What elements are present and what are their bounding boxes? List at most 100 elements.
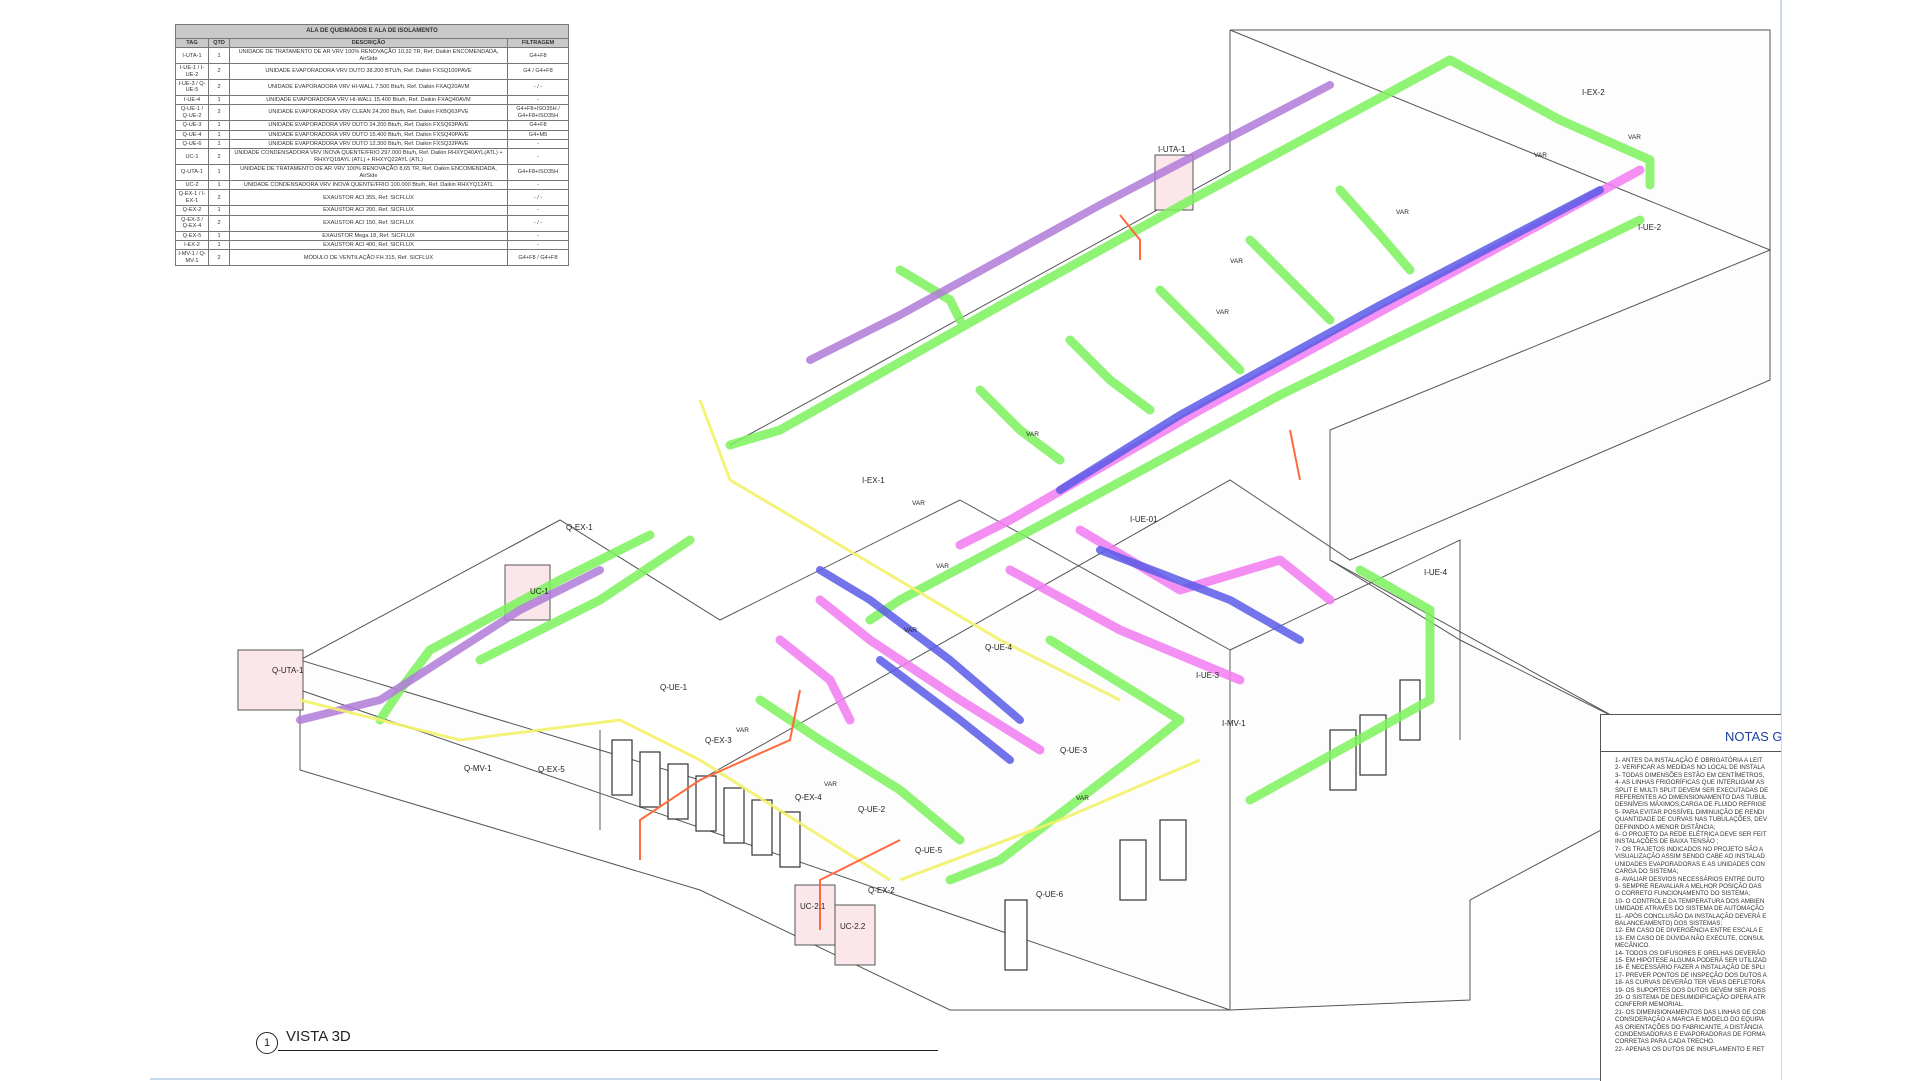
note-line: 20- O SISTEMA DE DESUMIDIFICAÇÃO OPERA A… [1615, 994, 1766, 1001]
cell-filter: - [507, 205, 569, 216]
equip-label-i-uta-1: I-UTA-1 [1158, 145, 1186, 154]
return-duct-left [775, 635, 855, 725]
cell-tag: UC-2 [175, 180, 209, 191]
header-desc: DESCRIÇÃO [229, 37, 508, 49]
supply-duct-branch-b [1245, 235, 1335, 325]
equip-label-q-ue-6: Q-UE-6 [1036, 890, 1064, 899]
note-line: REFERENTES AO DIMENSIONAMENTO DAS TUBUL [1615, 794, 1767, 802]
table-row: Q-UE-1 / Q-UE-2 2 UNIDADE EVAPORADORA VRV … [175, 104, 569, 122]
note-line: 11- APÓS CONCLUSÃO DA INSTALAÇÃO DEVERÁ … [1615, 912, 1767, 920]
note-line: CONFERIR MEMORIAL. [1615, 1001, 1684, 1009]
cell-filter: - / - [507, 79, 569, 96]
cell-desc: UNIDADE EVAPORADORA VRV DUTO 12.300 Btu/… [229, 138, 508, 150]
exhaust-duct-upper [806, 81, 1334, 364]
equip-label-q-ue-1: Q-UE-1 [660, 683, 688, 692]
note-line: 3- TODAS DIMENSÕES ESTÃO EM CENTÍMETROS, [1615, 771, 1765, 779]
note-line: 6- O PROJETO DA REDE ELÉTRICA DEVE SER F… [1615, 831, 1767, 839]
cell-qty: 1 [208, 129, 230, 140]
table-row: Q-UE-3 1 UNIDADE EVAPORADORA VRV DUTO 24.2… [175, 120, 569, 131]
cell-tag: UC-1 [175, 148, 209, 166]
note-line: 4- AS LINHAS FRIGORÍFICAS QUE INTERLIGAM… [1615, 779, 1765, 787]
cell-desc: UNIDADE DE TRATAMENTO DE AR VRV 100% REN… [229, 164, 508, 182]
cell-desc: MÓDULO DE VENTILAÇÃO FH 315, Ref. SICFLU… [229, 249, 508, 267]
equip-label-i-ex-2: I-EX-2 [1582, 88, 1605, 97]
cell-qty: 1 [208, 47, 230, 65]
cell-desc: UNIDADE DE TRATAMENTO DE AR VRV 100% REN… [229, 47, 508, 65]
notes-divider [1601, 751, 1781, 752]
note-line: 17- PREVER PONTOS DE INSPEÇÃO DOS DUTOS … [1615, 971, 1767, 979]
view-number: 1 [256, 1032, 278, 1054]
table-row: I-UE-1 / I-UE-2 2 UNIDADE EVAPORADORA VRV … [175, 63, 569, 80]
note-line: SPLIT E MULTI SPLIT DEVEM SER EXECUTADAS… [1615, 786, 1769, 794]
note-line: 1- ANTES DA INSTALAÇÃO É OBRIGATÓRIA A L… [1615, 757, 1763, 764]
cell-filter: G4+F8+ISO35H [507, 164, 569, 182]
cell-tag: I-MV-1 / Q-MV-1 [175, 249, 209, 267]
equip-label-q-ex-5: Q-EX-5 [538, 765, 565, 774]
cell-tag: Q-UTA-1 [175, 164, 209, 182]
cell-qty: 2 [208, 104, 230, 122]
equip-label-q-ex-3: Q-EX-3 [705, 736, 732, 745]
table-row: Q-UTA-1 1 UNIDADE DE TRATAMENTO DE AR VRV … [175, 164, 569, 182]
var-label: VAR [936, 563, 949, 570]
cell-desc: UNIDADE EVAPORADORA VRV CLEAN 24.200 Btu… [229, 104, 508, 122]
cell-qty: 1 [208, 120, 230, 131]
cell-filter: G4+M5 [507, 129, 569, 140]
equip-label-q-ue-3: Q-UE-3 [1060, 746, 1088, 755]
table-row: I-EX-2 1 EXAUSTOR ACI 400, Ref. SICFLUX - [175, 239, 569, 251]
cell-qty: 1 [208, 239, 230, 251]
cell-filter: - [507, 94, 569, 106]
door [1004, 899, 1028, 971]
note-line: DESNÍVEIS MÁXIMOS,CARGA DE FLUIDO REFRIG… [1615, 801, 1767, 809]
refrigerant-line-d [1289, 429, 1301, 481]
var-label: VAR [1076, 795, 1089, 802]
note-line: MECÂNICO. [1615, 942, 1651, 950]
uc-2-1-box [794, 884, 836, 946]
var-label: VAR [824, 781, 837, 788]
cell-desc: UNIDADE EVAPORADORA VRV DUTO 15.400 Btu/… [229, 129, 508, 140]
equip-label-uc-2-2: UC-2.2 [840, 922, 866, 931]
note-line: INSTALAÇÕES DE BAIXA TENSÃO ; [1615, 838, 1719, 846]
cell-filter: G4+F8 [507, 47, 569, 65]
table-header-row: TAG QTD DESCRIÇÃO FILTRAGEM [175, 37, 569, 49]
cell-qty: 1 [208, 138, 230, 150]
cell-qty: 1 [208, 230, 230, 242]
table-row: Q-EX-1 / I-EX-1 2 EXAUSTOR ACI 355, Ref. S… [175, 189, 569, 207]
header-qty: QTD [208, 37, 230, 49]
notes-title: NOTAS G [1725, 729, 1781, 744]
cell-tag: Q-UE-3 [175, 120, 209, 131]
note-line: CARGA DO SISTEMA; [1615, 868, 1679, 876]
cell-tag: Q-EX-1 / I-EX-1 [175, 189, 209, 207]
cell-tag: Q-EX-2 [175, 205, 209, 216]
header-filter: FILTRAGEM [507, 37, 569, 49]
equip-label-q-ue-5: Q-UE-5 [915, 846, 943, 855]
cell-tag: I-UE-1 / I-UE-2 [175, 63, 209, 80]
cell-qty: 2 [208, 79, 230, 96]
equip-label-uc-1: UC-1 [530, 587, 549, 596]
note-line: 10- O CONTROLE DA TEMPERATURA DOS AMBIEN [1615, 897, 1765, 905]
supply-duct-upper [725, 55, 1455, 450]
cell-tag: Q-EX-3 / Q-EX-4 [175, 214, 209, 232]
cell-qty: 2 [208, 148, 230, 166]
table-row: Q-EX-2 1 EXAUSTOR ACI 200, Ref. SICFLUX - [175, 205, 569, 216]
supply-duct-branch-a [1335, 185, 1415, 275]
equip-label-q-ex-1: Q-EX-1 [566, 523, 593, 532]
cell-qty: 1 [208, 180, 230, 191]
table-row: I-MV-1 / Q-MV-1 2 MÓDULO DE VENTILAÇÃO FH … [175, 249, 569, 267]
note-line: O CORRETO FUNCIONAMENTO DO SISTEMA; [1615, 890, 1751, 898]
table-row: Q-EX-5 1 EXAUSTOR Mega 18, Ref. SICFLUX - [175, 230, 569, 242]
supply-duct-branch-c [1155, 285, 1245, 375]
equip-label-i-ue-4: I-UE-4 [1424, 568, 1448, 577]
note-line: UMIDADE ATRAVÉS DO SISTEMA DE AUTOMAÇÃO [1615, 905, 1764, 913]
cell-desc: EXAUSTOR ACI 200, Ref. SICFLUX [229, 205, 508, 216]
cell-qty: 1 [208, 94, 230, 106]
note-line: 2- VERIFICAR AS MEDIDAS NO LOCAL DE INST… [1615, 764, 1765, 772]
cell-desc: EXAUSTOR Mega 18, Ref. SICFLUX [229, 230, 508, 242]
window [751, 799, 773, 856]
cell-qty: 1 [208, 205, 230, 216]
equip-label-q-mv-1: Q-MV-1 [464, 764, 492, 773]
var-label: VAR [1216, 309, 1229, 316]
var-label: VAR [1396, 209, 1409, 216]
var-label: VAR [1534, 152, 1547, 159]
var-label: VAR [736, 727, 749, 734]
equip-label-q-ue-4: Q-UE-4 [985, 643, 1013, 652]
